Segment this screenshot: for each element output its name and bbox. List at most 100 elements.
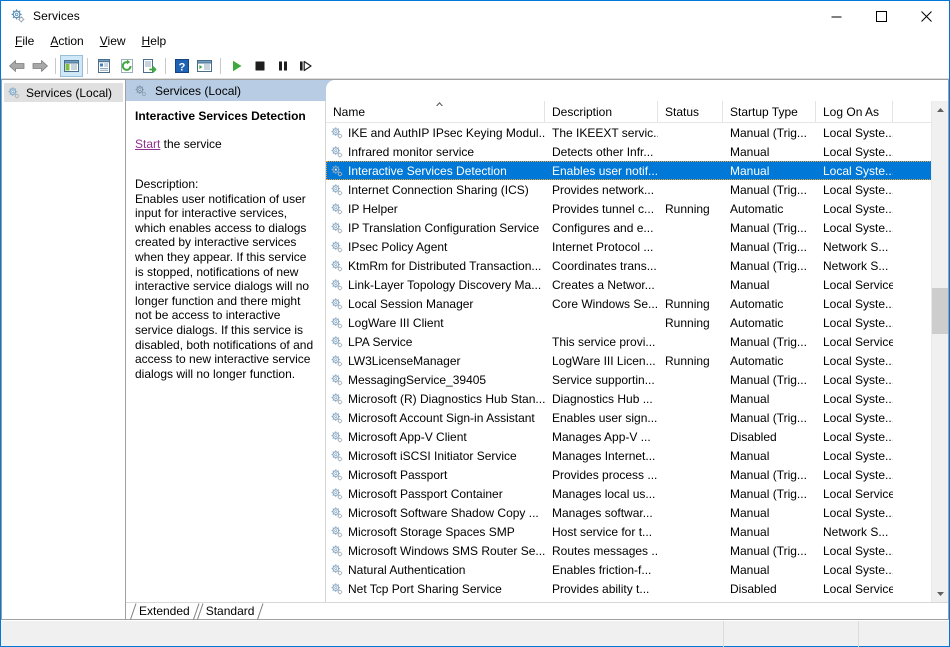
table-row[interactable]: LPA Service This service provi... Manual (…: [326, 332, 948, 351]
show-hide-console-tree-icon[interactable]: [60, 54, 83, 77]
maximize-button[interactable]: [859, 1, 904, 31]
cell-description: Diagnostics Hub ...: [552, 391, 653, 406]
cell-startup-type: Automatic: [730, 353, 784, 368]
table-row[interactable]: Microsoft (R) Diagnostics Hub Stan... Dia…: [326, 389, 948, 408]
refresh-icon[interactable]: [115, 55, 138, 77]
cell-description: Host service for t...: [552, 524, 653, 539]
toolbar-separator-2: [87, 57, 88, 74]
toolbar-separator-4: [220, 57, 221, 74]
column-header-status[interactable]: Status: [658, 101, 723, 122]
pause-service-icon[interactable]: [271, 55, 294, 77]
table-row[interactable]: IKE and AuthIP IPsec Keying Modul... The …: [326, 123, 948, 142]
show-action-pane-icon[interactable]: [193, 55, 216, 77]
scrollbar-thumb[interactable]: [932, 288, 948, 334]
cell-log-on-as: Local Syste...: [823, 353, 893, 368]
content-pane: Services (Local) Interactive Services De…: [125, 79, 949, 620]
stop-service-icon[interactable]: [248, 55, 271, 77]
table-row[interactable]: MessagingService_39405 Service supportin.…: [326, 370, 948, 389]
cell-startup-type: Manual (Trig...: [730, 334, 807, 349]
table-row[interactable]: Microsoft Passport Provides process ... Ma…: [326, 465, 948, 484]
menu-bar: File Action View Help: [1, 31, 949, 53]
cell-log-on-as: Network S...: [823, 239, 889, 254]
service-gear-icon: [330, 468, 344, 482]
restart-service-icon[interactable]: [294, 55, 317, 77]
table-row[interactable]: Microsoft Storage Spaces SMP Host service…: [326, 522, 948, 541]
table-row[interactable]: Natural Authentication Enables friction-f…: [326, 560, 948, 579]
service-gear-icon: [330, 316, 344, 330]
description-text: Enables user notification of user input …: [135, 191, 314, 381]
cell-description: Configures and e...: [552, 220, 654, 235]
table-row[interactable]: Microsoft Windows SMS Router Se... Routes…: [326, 541, 948, 560]
cell-description: Provides network...: [552, 182, 655, 197]
sidebar-item-label: Services (Local): [26, 85, 113, 100]
start-service-suffix: the service: [160, 137, 222, 151]
back-arrow-icon[interactable]: [5, 55, 28, 77]
table-row[interactable]: KtmRm for Distributed Transaction... Coor…: [326, 256, 948, 275]
cell-name: Infrared monitor service: [326, 145, 545, 159]
column-header-name[interactable]: Name: [326, 101, 545, 122]
table-row[interactable]: Local Session Manager Core Windows Se... R…: [326, 294, 948, 313]
scroll-up-arrow-icon[interactable]: [932, 101, 948, 118]
table-row[interactable]: Net Tcp Port Sharing Service Provides abi…: [326, 579, 948, 598]
cell-description: Creates a Networ...: [552, 277, 655, 292]
forward-arrow-icon[interactable]: [28, 55, 51, 77]
service-name-label: LogWare III Client: [348, 315, 444, 330]
export-list-icon[interactable]: [138, 55, 161, 77]
cell-name: MessagingService_39405: [326, 373, 545, 387]
menu-view[interactable]: View: [92, 32, 134, 51]
help-icon[interactable]: ?: [170, 55, 193, 77]
tab-label: Standard: [205, 604, 255, 618]
scroll-down-arrow-icon[interactable]: [932, 585, 948, 602]
table-row[interactable]: LogWare III Client Running Automatic Local …: [326, 313, 948, 332]
table-row[interactable]: Microsoft Passport Container Manages loca…: [326, 484, 948, 503]
cell-startup-type: Manual (Trig...: [730, 543, 807, 558]
column-header-startup-type[interactable]: Startup Type: [723, 101, 816, 122]
cell-startup-type: Manual: [730, 562, 770, 577]
cell-log-on-as: Local Syste...: [823, 296, 893, 311]
table-row[interactable]: IP Translation Configuration Service Conf…: [326, 218, 948, 237]
properties-icon[interactable]: [92, 55, 115, 77]
service-name-label: Microsoft Windows SMS Router Se...: [348, 543, 545, 558]
cell-description: Provides ability t...: [552, 581, 650, 596]
status-pane-main: [1, 620, 724, 647]
close-button[interactable]: [904, 1, 949, 31]
column-header-log-on-as[interactable]: Log On As: [816, 101, 893, 122]
table-row[interactable]: Infrared monitor service Detects other In…: [326, 142, 948, 161]
table-row[interactable]: LW3LicenseManager LogWare III Licen... Run…: [326, 351, 948, 370]
sidebar-item-services-local[interactable]: Services (Local): [4, 83, 123, 102]
menu-action[interactable]: Action: [42, 32, 91, 51]
table-row[interactable]: Internet Connection Sharing (ICS) Provide…: [326, 180, 948, 199]
minimize-button[interactable]: [814, 1, 859, 31]
start-service-link[interactable]: Start: [135, 137, 160, 151]
column-header-description[interactable]: Description: [545, 101, 658, 122]
scrollbar-track[interactable]: [932, 118, 948, 585]
cell-startup-type: Manual (Trig...: [730, 467, 807, 482]
menu-file[interactable]: File: [7, 32, 42, 51]
tab-extended[interactable]: Extended: [130, 603, 200, 620]
cell-log-on-as: Local Syste...: [823, 163, 893, 178]
start-service-icon[interactable]: [225, 55, 248, 77]
table-row[interactable]: Microsoft Account Sign-in Assistant Enabl…: [326, 408, 948, 427]
service-name-label: Natural Authentication: [348, 562, 466, 577]
table-row[interactable]: IPsec Policy Agent Internet Protocol ... M…: [326, 237, 948, 256]
menu-help[interactable]: Help: [134, 32, 175, 51]
tab-standard[interactable]: Standard: [196, 603, 264, 620]
vertical-scrollbar[interactable]: [931, 101, 948, 602]
cell-description: Enables user notif...: [552, 163, 658, 178]
cell-log-on-as: Local Syste...: [823, 429, 893, 444]
table-row[interactable]: Link-Layer Topology Discovery Ma... Creat…: [326, 275, 948, 294]
cell-description: This service provi...: [552, 334, 656, 349]
cell-name: Microsoft (R) Diagnostics Hub Stan...: [326, 392, 545, 406]
table-row[interactable]: Microsoft App-V Client Manages App-V ... D…: [326, 427, 948, 446]
service-gear-icon: [330, 126, 344, 140]
cell-log-on-as: Local Service: [823, 334, 893, 349]
table-row[interactable]: IP Helper Provides tunnel c... Running Auto…: [326, 199, 948, 218]
cell-description: LogWare III Licen...: [552, 353, 656, 368]
cell-startup-type: Manual (Trig...: [730, 239, 807, 254]
service-name-label: Local Session Manager: [348, 296, 474, 311]
services-gear-icon: [7, 86, 21, 100]
cell-name: LPA Service: [326, 335, 545, 349]
table-row[interactable]: Microsoft Software Shadow Copy ... Manage…: [326, 503, 948, 522]
table-row[interactable]: Interactive Services Detection Enables us…: [326, 161, 948, 180]
table-row[interactable]: Microsoft iSCSI Initiator Service Manages…: [326, 446, 948, 465]
